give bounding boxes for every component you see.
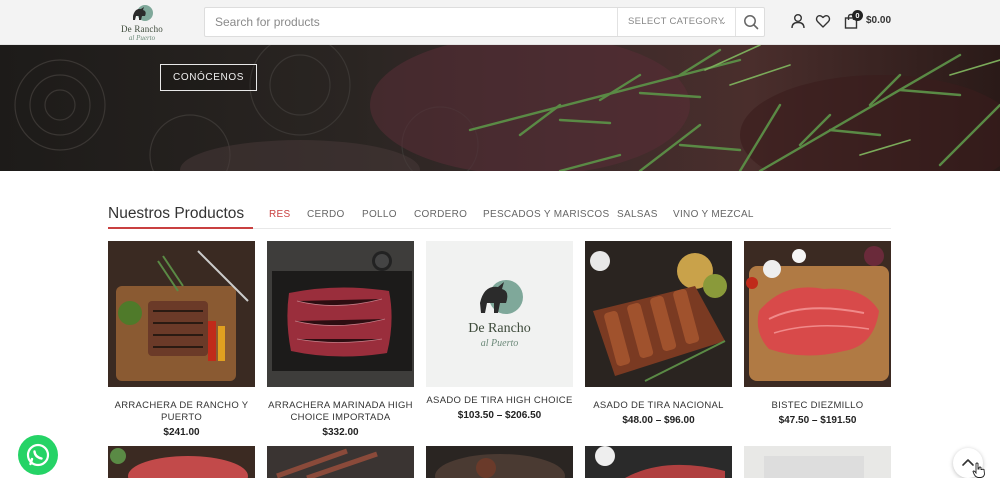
hero-banner: CONÓCENOS xyxy=(0,45,1000,171)
site-header: De Rancho al Puerto SELECT CATEGORY ⌄ xyxy=(0,0,1000,45)
product-image-asado-de-tira[interactable] xyxy=(585,241,732,387)
tab-vino-y-mezcal[interactable]: VINO Y MEZCAL xyxy=(673,209,754,220)
product-name[interactable]: ASADO DE TIRA NACIONAL xyxy=(585,400,732,412)
tab-salsas[interactable]: SALSAS xyxy=(617,209,658,220)
whatsapp-button[interactable] xyxy=(18,435,58,475)
whatsapp-icon xyxy=(26,443,50,467)
product-card[interactable]: ARRACHERA MARINADA HIGH CHOICE IMPORTADA… xyxy=(267,241,414,438)
product-image-arrachera-marinada[interactable] xyxy=(267,241,414,387)
product-card[interactable]: ASADO DE TIRA NACIONAL $48.00 – $96.00 xyxy=(585,241,732,426)
tab-pescados-y-mariscos[interactable]: PESCADOS Y MARISCOS xyxy=(483,209,609,220)
product-card[interactable]: BISTEC DIEZMILLO $47.50 – $191.50 xyxy=(744,241,891,426)
category-select[interactable]: SELECT CATEGORY ⌄ xyxy=(617,8,735,36)
placeholder-logo-brand: De Rancho xyxy=(468,321,531,336)
tab-cordero[interactable]: CORDERO xyxy=(414,209,467,220)
bull-fish-logo-icon xyxy=(480,280,523,314)
tab-res[interactable]: RES xyxy=(269,209,290,220)
hand-cursor-icon xyxy=(972,462,985,478)
product-image-placeholder-logo[interactable]: De Rancho al Puerto xyxy=(426,241,573,387)
search-icon xyxy=(744,15,759,30)
product-name[interactable]: ARRACHERA DE RANCHO Y PUERTO xyxy=(108,400,255,424)
tab-cerdo[interactable]: CERDO xyxy=(307,209,345,220)
heart-icon[interactable] xyxy=(815,13,831,29)
product-price: $103.50 – $206.50 xyxy=(457,410,542,421)
logo-brand: De Rancho xyxy=(120,24,164,34)
chevron-down-icon: ⌄ xyxy=(719,17,727,26)
search-bar: SELECT CATEGORY ⌄ xyxy=(204,7,765,37)
product-price: $48.00 – $96.00 xyxy=(622,415,695,426)
logo-script: al Puerto xyxy=(128,34,156,42)
product-image-row2-5[interactable] xyxy=(744,446,891,478)
cart-total[interactable]: $0.00 xyxy=(866,15,891,26)
search-input[interactable] xyxy=(205,8,617,36)
product-image-row2-1[interactable] xyxy=(108,446,255,478)
product-image-arrachera[interactable] xyxy=(108,241,255,387)
product-price: $47.50 – $191.50 xyxy=(778,415,857,426)
product-image-bistec-diezmillo[interactable] xyxy=(744,241,891,387)
site-logo[interactable]: De Rancho al Puerto xyxy=(113,2,171,44)
search-button[interactable] xyxy=(735,8,765,36)
product-name[interactable]: ASADO DE TIRA HIGH CHOICE xyxy=(426,395,573,407)
user-icon[interactable] xyxy=(790,13,806,29)
tab-pollo[interactable]: POLLO xyxy=(362,209,397,220)
conocenos-button[interactable]: CONÓCENOS xyxy=(160,64,257,91)
product-image-row2-4[interactable] xyxy=(585,446,732,478)
product-name[interactable]: BISTEC DIEZMILLO xyxy=(744,400,891,412)
title-underline xyxy=(108,227,253,229)
bull-fish-logo-icon xyxy=(133,5,153,21)
product-name[interactable]: ARRACHERA MARINADA HIGH CHOICE IMPORTADA xyxy=(267,400,414,424)
product-image-row2-2[interactable] xyxy=(267,446,414,478)
hero-rosemary-meat-image xyxy=(0,45,1000,171)
category-select-label: SELECT CATEGORY xyxy=(628,16,725,27)
page: De Rancho al Puerto SELECT CATEGORY ⌄ xyxy=(0,0,1000,478)
products-section-title: Nuestros Productos xyxy=(108,205,245,222)
product-price: $332.00 xyxy=(322,427,359,438)
product-card[interactable]: ARRACHERA DE RANCHO Y PUERTO $241.00 xyxy=(108,241,255,438)
product-card[interactable]: De Rancho al Puerto ASADO DE TIRA HIGH C… xyxy=(426,241,573,421)
placeholder-logo-script: al Puerto xyxy=(480,338,519,349)
cart-count-badge: 0 xyxy=(852,10,863,21)
product-price: $241.00 xyxy=(163,427,200,438)
product-image-row2-3[interactable] xyxy=(426,446,573,478)
